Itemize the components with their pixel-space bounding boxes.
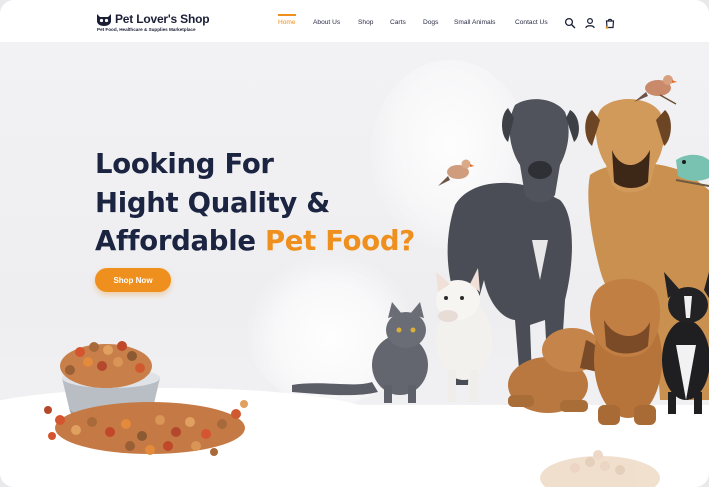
black-french-bulldog [662,272,709,414]
nav-item-contact-us[interactable]: Contact Us [515,17,548,29]
nav-item-label: Contact Us [515,19,548,26]
nav-item-label: Home [278,19,296,26]
logo-title: Pet Lover's Shop [115,12,210,26]
faded-food-pile [540,450,660,487]
hero-title: Looking For Hight Quality & Affordable P… [95,145,415,261]
logo-tagline: Pet Food, Healthcare & Supplies Marketpl… [97,27,196,32]
bordeaux-dog [590,278,662,425]
search-icon[interactable] [564,17,576,29]
site-logo[interactable]: Pet Lover's Shop Pet Food, Healthcare & … [96,12,210,32]
nav-item-label: Carts [390,19,406,26]
hero-title-line-2: Hight Quality & [95,186,330,219]
hero-title-line-3: Affordable Pet Food? [95,222,415,261]
hero-title-accent: Pet Food? [264,225,415,257]
nav-item-label: Dogs [423,19,439,26]
nav-item-label: About Us [313,19,341,26]
nav-active-indicator [278,14,296,16]
hero-title-line-1: Looking For [95,148,274,180]
cat-face-logo-icon [97,13,111,26]
nav-item-carts[interactable]: Carts [390,17,406,29]
cart-icon[interactable] [604,17,616,29]
finch-bird-middle [438,159,474,186]
grey-kitten [292,302,428,403]
site-header: Pet Lover's Shop Pet Food, Healthcare & … [0,0,709,42]
nav-item-label: Small Animals [454,19,496,26]
nav-item-about-us[interactable]: About Us [313,17,340,29]
nav-item-home[interactable]: Home [278,14,296,29]
page: Pet Lover's Shop Pet Food, Healthcare & … [0,0,709,487]
logo-row: Pet Lover's Shop [96,12,210,26]
hero-title-line-3-plain: Affordable [95,225,265,257]
nav-item-small-animals[interactable]: Small Animals [454,17,495,29]
shop-now-button[interactable]: Shop Now [95,268,171,292]
nav-item-shop[interactable]: Shop [358,17,373,29]
user-icon[interactable] [584,17,596,29]
nav-item-dogs[interactable]: Dogs [423,17,438,29]
nav-item-label: Shop [358,19,374,26]
finch-bird-top [634,75,677,105]
